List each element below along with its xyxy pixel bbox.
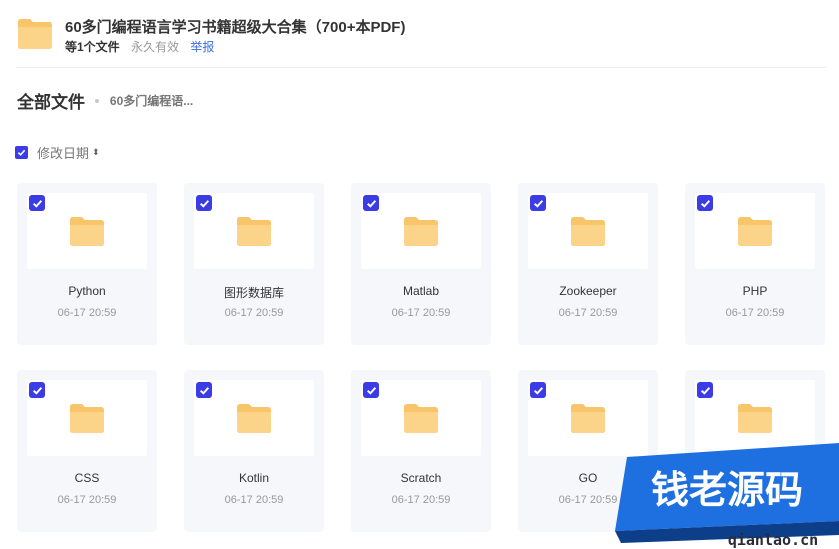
breadcrumb-separator [95, 98, 100, 103]
report-link[interactable]: 举报 [190, 40, 214, 54]
share-meta: 等1个文件 永久有效 举报 [65, 38, 214, 55]
sort-by-modified-date[interactable]: 修改日期 [37, 143, 89, 162]
check-icon [533, 199, 543, 208]
check-icon [199, 199, 209, 208]
watermark-logo: 钱老源码 qianlao.cn [615, 443, 839, 549]
file-name[interactable]: 图形数据库 [184, 284, 324, 301]
share-title: 60多门编程语言学习书籍超级大合集（700+本PDF) [65, 19, 406, 36]
check-icon [32, 386, 42, 395]
file-card[interactable]: Scratch 06-17 20:59 [351, 370, 491, 532]
file-checkbox[interactable] [196, 195, 212, 211]
file-thumbnail[interactable] [695, 193, 815, 269]
check-icon [199, 386, 209, 395]
folder-icon [404, 217, 438, 246]
breadcrumb-root[interactable]: 全部文件 [17, 93, 85, 112]
folder-icon [738, 404, 772, 433]
check-icon [533, 386, 543, 395]
breadcrumb-current: 60多门编程语... [109, 94, 194, 108]
file-thumbnail[interactable] [528, 193, 648, 269]
file-date: 06-17 20:59 [391, 494, 451, 506]
file-checkbox[interactable] [363, 195, 379, 211]
file-card[interactable]: 图形数据库 06-17 20:59 [184, 183, 324, 345]
file-thumbnail[interactable] [194, 380, 314, 456]
watermark-domain: qianlao.cn [728, 531, 818, 549]
watermark-brand: 钱老源码 [651, 468, 803, 512]
sort-arrow-icon[interactable]: ⬍ [92, 148, 100, 157]
check-icon [700, 386, 710, 395]
folder-icon [237, 217, 271, 246]
folder-icon [571, 404, 605, 433]
file-card[interactable]: Python 06-17 20:59 [17, 183, 157, 345]
share-header: 60多门编程语言学习书籍超级大合集（700+本PDF) 等1个文件 永久有效 举… [16, 12, 826, 68]
file-card[interactable]: Matlab 06-17 20:59 [351, 183, 491, 345]
breadcrumb: 全部文件 60多门编程语... [17, 88, 193, 113]
check-icon [32, 199, 42, 208]
file-card[interactable]: Zookeeper 06-17 20:59 [518, 183, 658, 345]
file-date: 06-17 20:59 [224, 494, 284, 506]
file-date: 06-17 20:59 [57, 494, 117, 506]
file-name[interactable]: CSS [17, 471, 157, 485]
file-name[interactable]: Scratch [351, 471, 491, 485]
file-name[interactable]: Matlab [351, 284, 491, 298]
file-thumbnail[interactable] [194, 193, 314, 269]
check-icon [17, 149, 26, 156]
file-date: 06-17 20:59 [57, 307, 117, 319]
folder-icon [738, 217, 772, 246]
folder-icon [70, 404, 104, 433]
file-checkbox[interactable] [697, 195, 713, 211]
folder-icon [237, 404, 271, 433]
file-date: 06-17 20:59 [224, 307, 284, 319]
file-thumbnail[interactable] [27, 193, 147, 269]
folder-icon [18, 19, 52, 49]
file-thumbnail[interactable] [361, 193, 481, 269]
check-icon [366, 386, 376, 395]
file-date: 06-17 20:59 [558, 307, 618, 319]
folder-icon [571, 217, 605, 246]
file-checkbox[interactable] [29, 382, 45, 398]
file-thumbnail[interactable] [361, 380, 481, 456]
file-checkbox[interactable] [530, 195, 546, 211]
file-date: 06-17 20:59 [725, 307, 785, 319]
file-thumbnail[interactable] [27, 380, 147, 456]
sort-bar: 修改日期 ⬍ [15, 143, 100, 162]
folder-icon [70, 217, 104, 246]
file-checkbox[interactable] [363, 382, 379, 398]
file-card[interactable]: CSS 06-17 20:59 [17, 370, 157, 532]
folder-icon [404, 404, 438, 433]
file-name[interactable]: Zookeeper [518, 284, 658, 298]
file-checkbox[interactable] [29, 195, 45, 211]
file-card[interactable]: PHP 06-17 20:59 [685, 183, 825, 345]
file-checkbox[interactable] [196, 382, 212, 398]
check-icon [366, 199, 376, 208]
check-icon [700, 199, 710, 208]
file-name[interactable]: PHP [685, 284, 825, 298]
file-card[interactable]: Kotlin 06-17 20:59 [184, 370, 324, 532]
file-checkbox[interactable] [697, 382, 713, 398]
select-all-checkbox[interactable] [15, 146, 28, 159]
file-date: 06-17 20:59 [391, 307, 451, 319]
file-name[interactable]: Python [17, 284, 157, 298]
file-count: 等1个文件 [65, 40, 120, 54]
validity-text: 永久有效 [131, 40, 180, 54]
file-name[interactable]: Kotlin [184, 471, 324, 485]
file-checkbox[interactable] [530, 382, 546, 398]
